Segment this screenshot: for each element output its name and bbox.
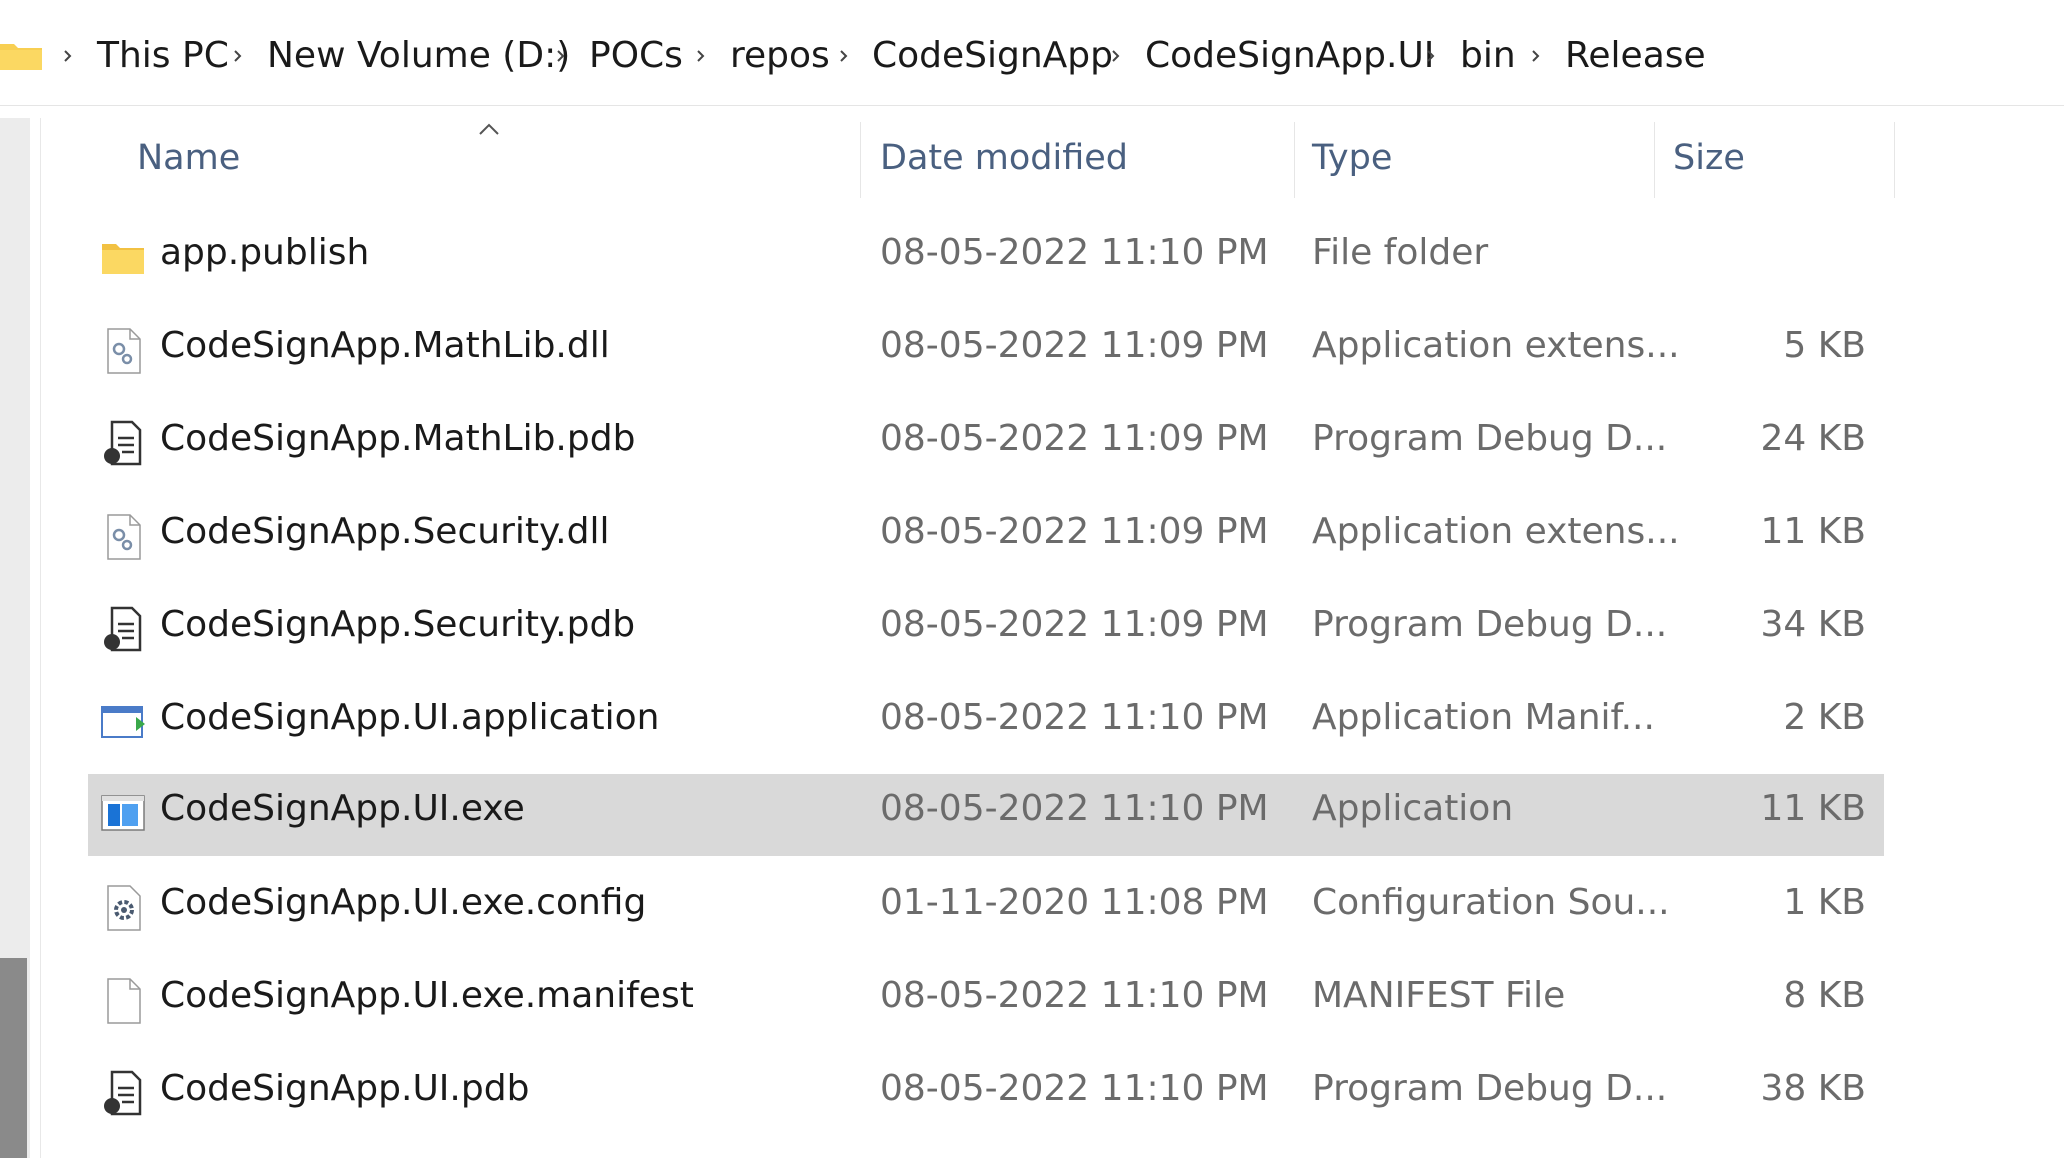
config-file-icon: [107, 885, 141, 931]
chevron-right-icon[interactable]: [695, 48, 707, 64]
blank-file-icon: [107, 978, 141, 1024]
file-name: CodeSignApp.UI.pdb: [160, 1068, 530, 1109]
file-type: MANIFEST File: [1312, 975, 1566, 1016]
file-type: Application extens...: [1312, 325, 1680, 366]
file-size: 2 KB: [1783, 697, 1866, 738]
scrollbar-thumb[interactable]: [0, 958, 27, 1158]
file-name: CodeSignApp.UI.exe: [160, 788, 525, 829]
file-name: CodeSignApp.UI.exe.manifest: [160, 975, 694, 1016]
column-divider[interactable]: [860, 122, 861, 198]
file-size: 11 KB: [1760, 788, 1866, 829]
breadcrumb-bin[interactable]: bin: [1460, 30, 1516, 82]
file-name: CodeSignApp.UI.application: [160, 697, 660, 738]
file-type: Configuration Sou...: [1312, 882, 1670, 923]
address-bar[interactable]: This PC New Volume (D:) POCs repos CodeS…: [0, 0, 2064, 106]
file-row-mathlib-dll[interactable]: CodeSignApp.MathLib.dll 08-05-2022 11:09…: [88, 313, 1884, 393]
file-row-mathlib-pdb[interactable]: CodeSignApp.MathLib.pdb 08-05-2022 11:09…: [88, 406, 1884, 486]
file-size: 1 KB: [1783, 882, 1866, 923]
file-row-ui-exe-config[interactable]: CodeSignApp.UI.exe.config 01-11-2020 11:…: [88, 870, 1884, 950]
file-row-ui-application[interactable]: CodeSignApp.UI.application 08-05-2022 11…: [88, 685, 1884, 765]
file-name: app.publish: [160, 232, 370, 273]
file-type: Application: [1312, 788, 1514, 829]
chevron-right-icon[interactable]: [1110, 48, 1122, 64]
file-name: CodeSignApp.MathLib.dll: [160, 325, 610, 366]
file-name: CodeSignApp.Security.pdb: [160, 604, 636, 645]
chevron-right-icon[interactable]: [838, 48, 850, 64]
file-date: 08-05-2022 11:10 PM: [880, 697, 1269, 738]
column-divider[interactable]: [1294, 122, 1295, 198]
folder-icon: [0, 44, 42, 70]
breadcrumb-pocs[interactable]: POCs: [589, 30, 683, 82]
file-date: 01-11-2020 11:08 PM: [880, 882, 1269, 923]
pdb-file-icon: [104, 420, 142, 466]
breadcrumb-codesignapp[interactable]: CodeSignApp: [872, 30, 1113, 82]
column-header-type[interactable]: Type: [1296, 122, 1654, 202]
chevron-right-icon[interactable]: [232, 48, 244, 64]
exe-file-icon: [101, 795, 145, 831]
column-header-name[interactable]: Name: [120, 122, 858, 202]
chevron-right-icon[interactable]: [62, 48, 74, 64]
column-divider[interactable]: [1894, 122, 1895, 198]
file-size: 34 KB: [1760, 604, 1866, 645]
column-header-size-label: Size: [1673, 138, 1745, 178]
file-date: 08-05-2022 11:09 PM: [880, 325, 1269, 366]
file-date: 08-05-2022 11:10 PM: [880, 975, 1269, 1016]
column-header-date[interactable]: Date modified: [862, 122, 1292, 202]
file-date: 08-05-2022 11:09 PM: [880, 604, 1269, 645]
breadcrumb-release[interactable]: Release: [1565, 30, 1706, 82]
column-header-type-label: Type: [1312, 138, 1393, 178]
chevron-right-icon[interactable]: [1425, 48, 1437, 64]
dll-file-icon: [107, 328, 141, 374]
file-size: 38 KB: [1760, 1068, 1866, 1109]
chevron-right-icon[interactable]: [1530, 48, 1542, 64]
file-row-security-pdb[interactable]: CodeSignApp.Security.pdb 08-05-2022 11:0…: [88, 592, 1884, 672]
file-size: 5 KB: [1783, 325, 1866, 366]
file-type: Application extens...: [1312, 511, 1680, 552]
pdb-file-icon: [104, 1070, 142, 1116]
breadcrumb-codesignapp-ui[interactable]: CodeSignApp.UI: [1145, 30, 1434, 82]
column-header-name-label: Name: [137, 138, 241, 178]
file-name: CodeSignApp.UI.exe.config: [160, 882, 647, 923]
file-row-ui-exe-manifest[interactable]: CodeSignApp.UI.exe.manifest 08-05-2022 1…: [88, 963, 1884, 1043]
pdb-file-icon: [104, 606, 142, 652]
file-type: Application Manif...: [1312, 697, 1655, 738]
file-date: 08-05-2022 11:10 PM: [880, 1068, 1269, 1109]
file-name: CodeSignApp.Security.dll: [160, 511, 610, 552]
file-type: Program Debug D...: [1312, 418, 1668, 459]
folder-icon: [102, 244, 144, 274]
file-name: CodeSignApp.MathLib.pdb: [160, 418, 636, 459]
file-size: 8 KB: [1783, 975, 1866, 1016]
column-header-date-label: Date modified: [880, 138, 1129, 178]
file-date: 08-05-2022 11:10 PM: [880, 788, 1269, 829]
breadcrumb-this-pc[interactable]: This PC: [97, 30, 229, 82]
file-type: Program Debug D...: [1312, 604, 1668, 645]
breadcrumb-new-volume[interactable]: New Volume (D:): [267, 30, 570, 82]
column-header-size[interactable]: Size: [1656, 122, 1894, 202]
breadcrumb-repos[interactable]: repos: [730, 30, 830, 82]
file-size: 24 KB: [1760, 418, 1866, 459]
file-type: Program Debug D...: [1312, 1068, 1668, 1109]
file-date: 08-05-2022 11:09 PM: [880, 418, 1269, 459]
file-size: 11 KB: [1760, 511, 1866, 552]
file-row-app-publish[interactable]: app.publish 08-05-2022 11:10 PM File fol…: [88, 220, 1884, 300]
chevron-right-icon[interactable]: [555, 48, 567, 64]
pane-divider[interactable]: [40, 118, 41, 1158]
file-date: 08-05-2022 11:10 PM: [880, 232, 1269, 273]
dll-file-icon: [107, 514, 141, 560]
application-manifest-icon: [101, 706, 145, 738]
file-date: 08-05-2022 11:09 PM: [880, 511, 1269, 552]
file-row-security-dll[interactable]: CodeSignApp.Security.dll 08-05-2022 11:0…: [88, 499, 1884, 579]
file-type: File folder: [1312, 232, 1489, 273]
column-divider[interactable]: [1654, 122, 1655, 198]
file-row-ui-exe[interactable]: CodeSignApp.UI.exe 08-05-2022 11:10 PM A…: [88, 774, 1884, 856]
file-row-ui-pdb[interactable]: CodeSignApp.UI.pdb 08-05-2022 11:10 PM P…: [88, 1056, 1884, 1136]
